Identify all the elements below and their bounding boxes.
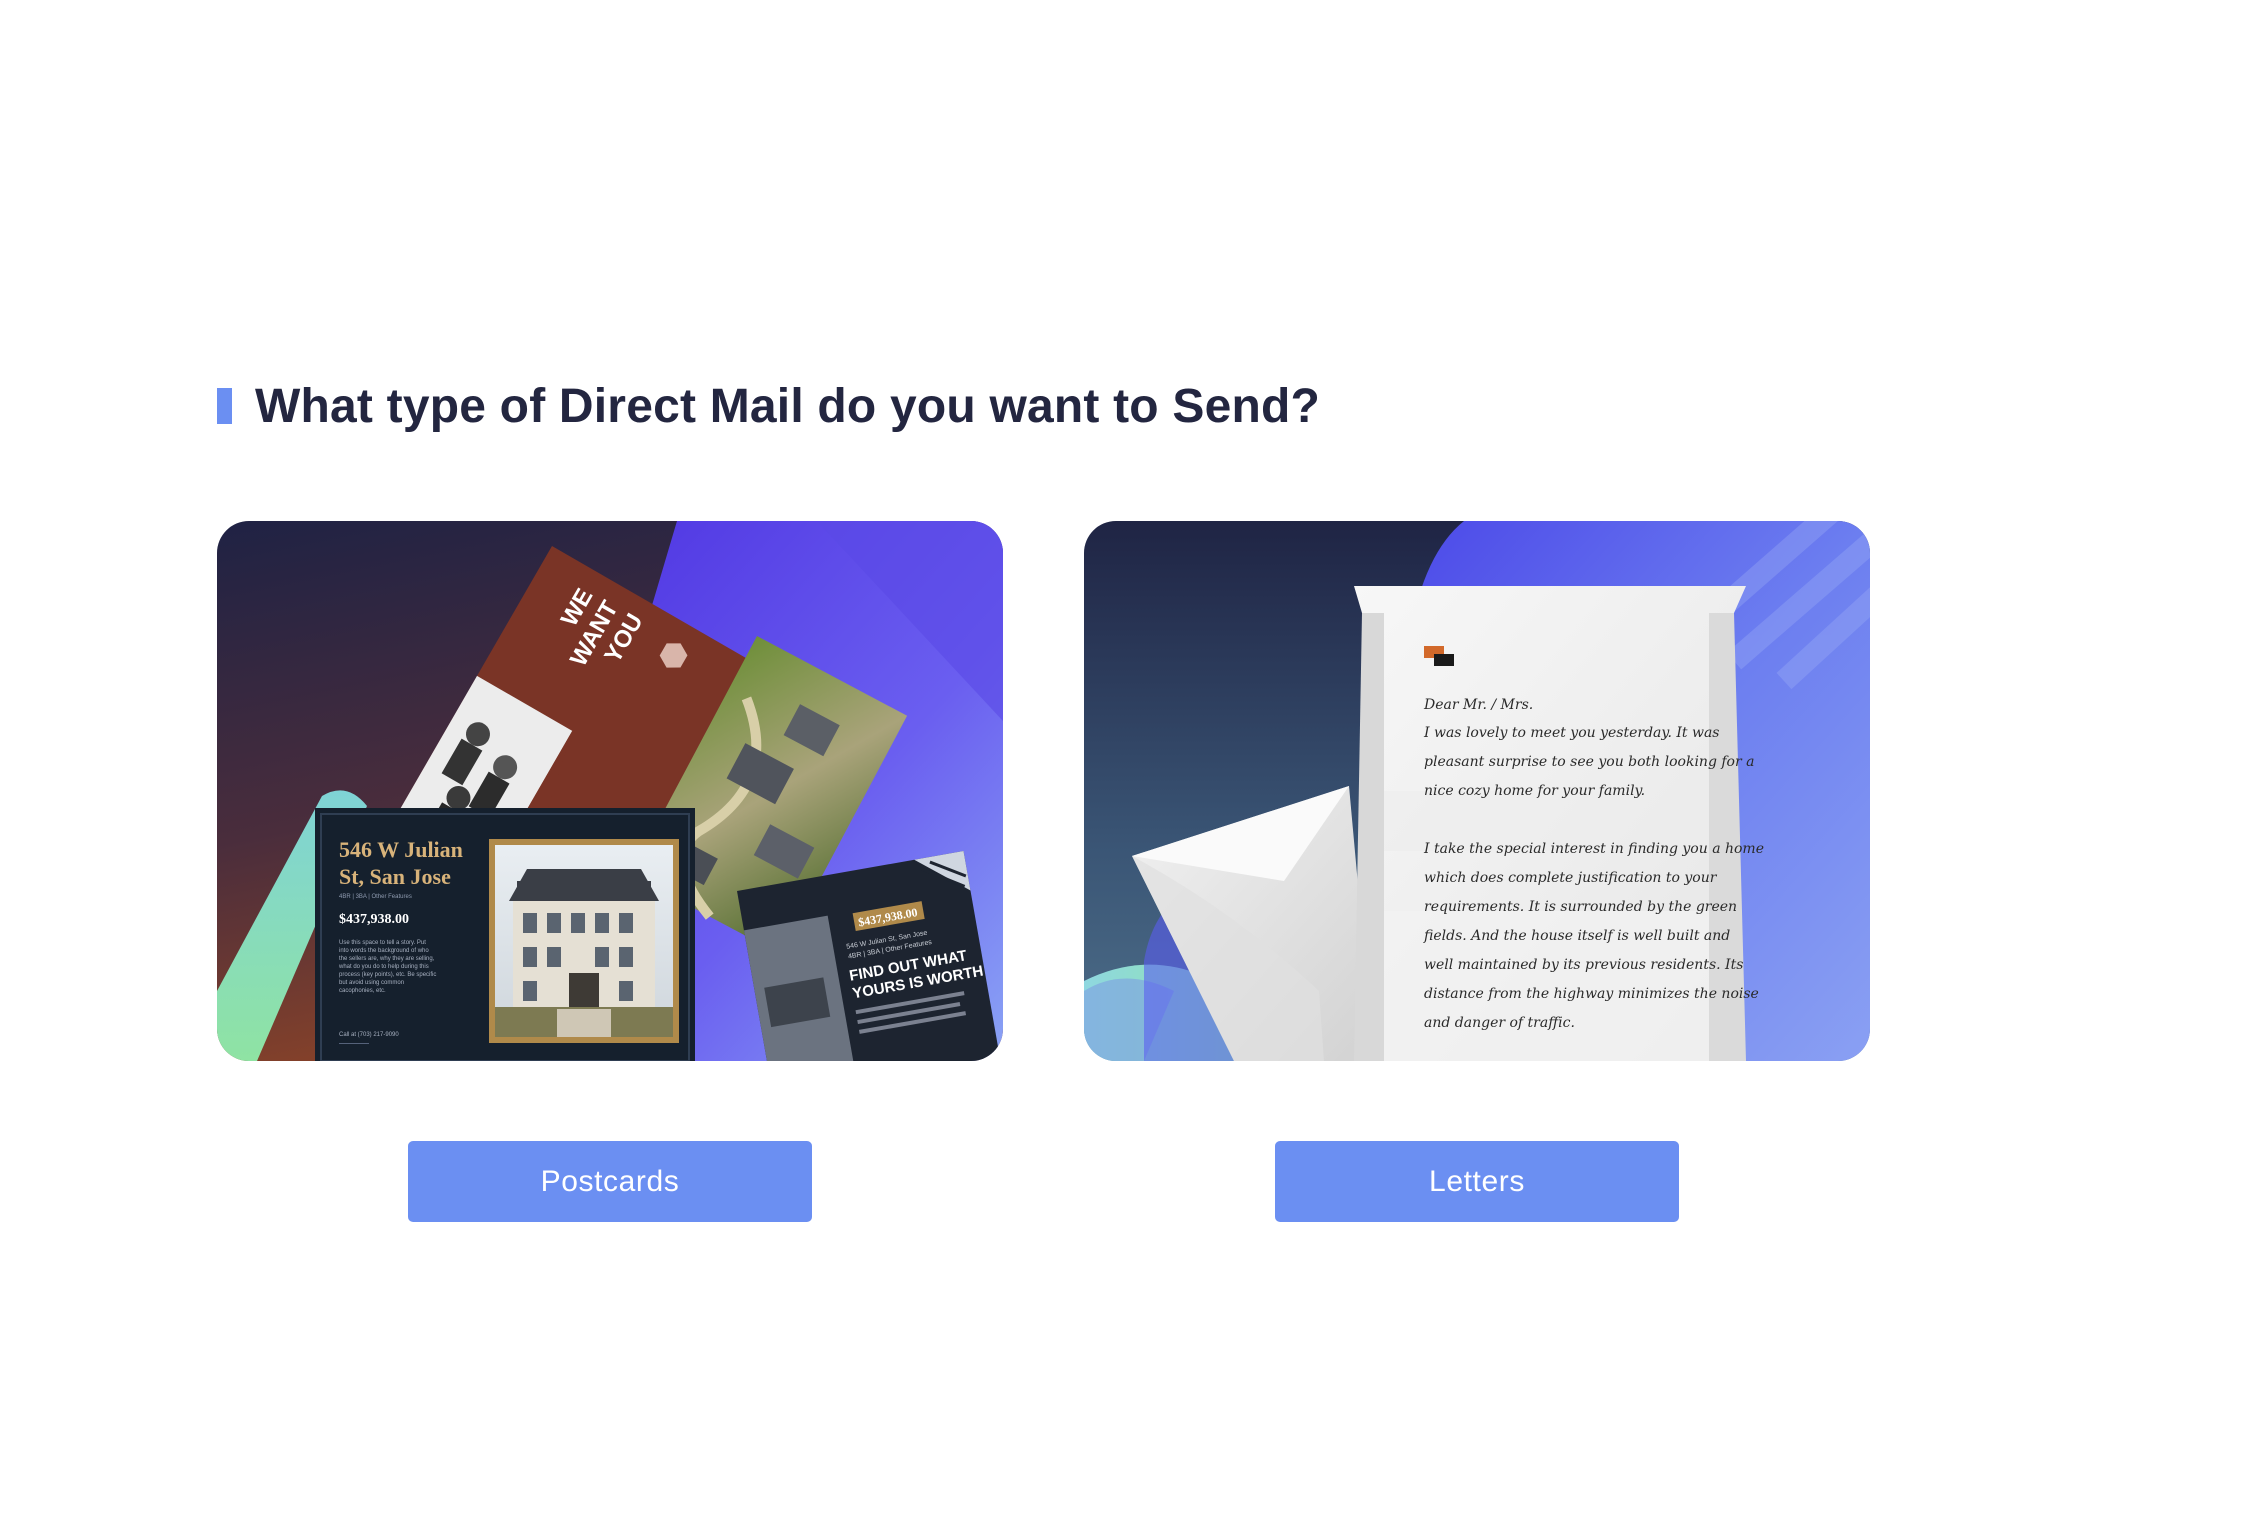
- letters-illustration: Dear Mr. / Mrs. I was lovely to meet you…: [1084, 521, 1870, 1061]
- postcard-body-line: cacophonies, etc.: [339, 988, 386, 994]
- letter-salutation: Dear Mr. / Mrs.: [1423, 697, 1533, 713]
- letter-line: which does complete justification to you…: [1424, 870, 1718, 886]
- postcard-body-line: process (key points), etc. Be specific: [339, 972, 436, 978]
- letter-line: well maintained by its previous resident…: [1424, 957, 1743, 973]
- postcards-button[interactable]: Postcards: [408, 1141, 812, 1222]
- postcard-body-line: the sellers are, why they are selling,: [339, 956, 435, 962]
- postcards-illustration: WE WANT YOU $437,938.00 546 W Julian St,…: [217, 521, 1003, 1061]
- heading-accent-bar: [217, 388, 232, 424]
- postcard-call-line: Call at (703) 217-9090: [339, 1032, 399, 1038]
- letter-line: I take the special interest in finding y…: [1423, 841, 1764, 857]
- letter-line: requirements. It is surrounded by the gr…: [1424, 899, 1737, 915]
- postcard-address-line2: St, San Jose: [339, 864, 451, 889]
- postcard-address-line1: 546 W Julian: [339, 837, 463, 862]
- letters-card[interactable]: Dear Mr. / Mrs. I was lovely to meet you…: [1084, 521, 1870, 1061]
- letter-line: nice cozy home for your family.: [1424, 783, 1645, 799]
- postcard-body-line: what do you do to help during this: [338, 964, 429, 970]
- postcard-price: $437,938.00: [339, 912, 409, 927]
- letters-button[interactable]: Letters: [1275, 1141, 1679, 1222]
- letter-line: I was lovely to meet you yesterday. It w…: [1423, 725, 1719, 741]
- letter-line: distance from the highway minimizes the …: [1424, 986, 1759, 1002]
- postcard-body-line: Use this space to tell a story. Put: [339, 940, 426, 946]
- heading-row: What type of Direct Mail do you want to …: [217, 378, 1320, 434]
- postcard-body-line: into words the background of who: [339, 948, 429, 954]
- postcards-card[interactable]: WE WANT YOU $437,938.00 546 W Julian St,…: [217, 521, 1003, 1061]
- letter-line: pleasant surprise to see you both lookin…: [1424, 754, 1754, 770]
- page-title: What type of Direct Mail do you want to …: [255, 379, 1321, 433]
- letter-line: and danger of traffic.: [1424, 1015, 1575, 1031]
- postcard-features: 4BR | 3BA | Other Features: [339, 894, 412, 900]
- postcard-body-line: but avoid using common: [339, 980, 404, 986]
- page: What type of Direct Mail do you want to …: [0, 0, 2250, 1514]
- letter-line: fields. And the house itself is well bui…: [1423, 928, 1730, 944]
